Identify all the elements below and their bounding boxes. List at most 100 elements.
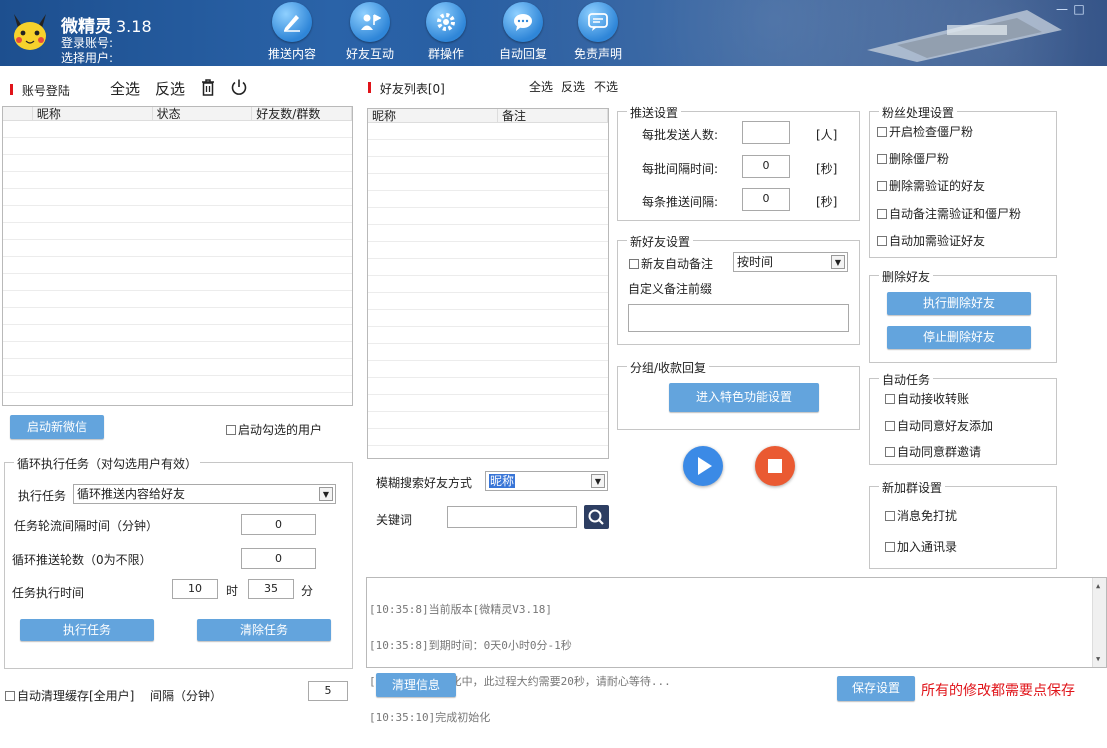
checkbox-box[interactable] (629, 259, 639, 269)
clear-log-button[interactable]: 清理信息 (376, 673, 456, 697)
col-friends-groups[interactable]: 好友数/群数 (252, 107, 353, 121)
minimize-button[interactable]: — (1056, 3, 1068, 15)
col-nickname[interactable]: 昵称 (368, 109, 498, 123)
friends-select-all[interactable]: 全选 (529, 78, 553, 95)
fans-option-label: 自动加需验证好友 (889, 234, 986, 248)
auto-clear-interval-input[interactable]: 5 (308, 681, 348, 701)
scroll-down-icon[interactable]: ▼ (1096, 653, 1100, 665)
auto-task-receive-transfer[interactable]: 自动接收转账 (885, 390, 969, 407)
minute-input[interactable]: 35 (248, 579, 294, 599)
trash-icon[interactable] (200, 78, 216, 96)
batch-interval-input[interactable]: 0 (742, 155, 790, 178)
chevron-down-icon[interactable]: ▼ (319, 487, 333, 501)
checkbox-box[interactable] (885, 511, 895, 521)
pikachu-logo-icon (14, 14, 46, 50)
enter-features-button[interactable]: 进入特色功能设置 (669, 383, 819, 412)
accounts-table[interactable]: 昵称 状态 好友数/群数 (2, 106, 353, 406)
log-line: [10:35:10]完成初始化 (369, 711, 491, 724)
per-batch-input[interactable] (742, 121, 790, 144)
power-icon[interactable] (230, 78, 248, 96)
keyword-input[interactable] (447, 506, 577, 528)
new-group-option-label: 加入通讯录 (897, 540, 958, 554)
auto-task-label: 自动同意好友添加 (897, 419, 994, 433)
nav-label: 好友互动 (345, 47, 394, 61)
rounds-input[interactable]: 0 (241, 548, 316, 569)
fans-option-check-zombie[interactable]: 开启检查僵尸粉 (877, 123, 973, 140)
maximize-button[interactable]: □ (1073, 3, 1085, 15)
play-icon (698, 457, 712, 475)
nav-group-ops[interactable]: 群操作 (406, 2, 486, 64)
checkbox-box[interactable] (877, 181, 887, 191)
chevron-down-icon[interactable]: ▼ (831, 255, 845, 269)
friends-title: 好友列表[0] (368, 80, 445, 97)
friends-table[interactable]: 昵称 备注 (367, 108, 609, 459)
fans-option-auto-remark[interactable]: 自动备注需验证和僵尸粉 (877, 205, 1021, 222)
checkbox-box[interactable] (5, 691, 15, 701)
save-settings-button[interactable]: 保存设置 (837, 676, 915, 701)
custom-prefix-label: 自定义备注前缀 (628, 282, 713, 296)
exec-task-select[interactable]: 循环推送内容给好友 ▼ (73, 484, 336, 504)
accounts-select-all[interactable]: 全选 (110, 78, 140, 99)
start-selected-checkbox[interactable]: 启动勾选的用户 (226, 421, 322, 438)
exec-delete-button[interactable]: 执行删除好友 (887, 292, 1031, 315)
search-button[interactable] (584, 505, 609, 529)
friends-invert[interactable]: 反选 (561, 78, 585, 95)
checkbox-box[interactable] (885, 421, 895, 431)
fans-settings-title: 粉丝处理设置 (879, 104, 958, 121)
checkbox-box[interactable] (885, 394, 895, 404)
fans-option-delete-verify[interactable]: 删除需验证的好友 (877, 177, 985, 194)
nav-push-content[interactable]: 推送内容 (252, 2, 332, 64)
log-scrollbar[interactable]: ▲ ▼ (1092, 578, 1106, 667)
auto-task-accept-friend[interactable]: 自动同意好友添加 (885, 417, 993, 434)
custom-prefix-input[interactable] (628, 304, 849, 332)
new-group-mute[interactable]: 消息免打扰 (885, 507, 957, 524)
checkbox-box[interactable] (885, 447, 895, 457)
auto-task-accept-group[interactable]: 自动同意群邀请 (885, 443, 981, 460)
accounts-table-header: 昵称 状态 好友数/群数 (3, 107, 353, 121)
remark-mode-select[interactable]: 按时间 ▼ (733, 252, 848, 272)
nav-disclaimer[interactable]: 免责声明 (558, 2, 638, 64)
play-button[interactable] (683, 446, 723, 486)
new-group-add-contacts[interactable]: 加入通讯录 (885, 538, 957, 555)
scroll-up-icon[interactable]: ▲ (1096, 580, 1100, 592)
checkbox-box[interactable] (877, 154, 887, 164)
accounts-invert[interactable]: 反选 (155, 78, 185, 99)
nav-auto-reply[interactable]: 自动回复 (483, 2, 563, 64)
chevron-down-icon[interactable]: ▼ (591, 474, 605, 488)
fans-option-auto-add[interactable]: 自动加需验证好友 (877, 232, 985, 249)
nav-label: 群操作 (427, 47, 464, 61)
auto-clear-cache-checkbox[interactable]: 自动清理缓存[全用户] (5, 687, 134, 704)
batch-interval-label: 每批间隔时间: (642, 162, 719, 176)
hour-input[interactable]: 10 (172, 579, 218, 599)
col-nickname[interactable]: 昵称 (33, 107, 153, 121)
item-interval-input[interactable]: 0 (742, 188, 790, 211)
nav-label: 推送内容 (267, 47, 316, 61)
stop-button[interactable] (755, 446, 795, 486)
interval-input[interactable]: 0 (241, 514, 316, 535)
clear-task-button[interactable]: 清除任务 (197, 619, 331, 641)
search-mode-select[interactable]: 昵称 ▼ (485, 471, 608, 491)
friends-select-none[interactable]: 不选 (594, 78, 618, 95)
remark-mode-value: 按时间 (737, 255, 774, 269)
delete-friends-group: 删除好友 (869, 268, 1057, 363)
stop-delete-button[interactable]: 停止删除好友 (887, 326, 1031, 349)
checkbox-box[interactable] (877, 209, 887, 219)
checkbox-box[interactable] (877, 236, 887, 246)
item-interval-label: 每条推送间隔: (642, 195, 719, 209)
col-remark[interactable]: 备注 (498, 109, 608, 123)
log-line: [10:35:8]到期时间：0天0小时0分-1秒 (369, 639, 572, 652)
checkbox-box[interactable] (226, 425, 236, 435)
start-wechat-button[interactable]: 启动新微信 (10, 415, 104, 439)
app-version: 3.18 (116, 17, 152, 36)
log-panel[interactable]: [10:35:8]当前版本[微精灵V3.18] [10:35:8]到期时间：0天… (366, 577, 1107, 724)
checkbox-box[interactable] (885, 542, 895, 552)
col-status[interactable]: 状态 (153, 107, 253, 121)
checkbox-box[interactable] (877, 127, 887, 137)
fans-option-delete-zombie[interactable]: 删除僵尸粉 (877, 150, 949, 167)
auto-remark-checkbox[interactable]: 新友自动备注 (629, 255, 713, 272)
run-task-button[interactable]: 执行任务 (20, 619, 154, 641)
group-reply-title: 分组/收款回复 (627, 359, 710, 376)
search-icon (588, 509, 604, 525)
nav-friend-interact[interactable]: 好友互动 (330, 2, 410, 64)
hour-unit: 时 (226, 584, 239, 598)
